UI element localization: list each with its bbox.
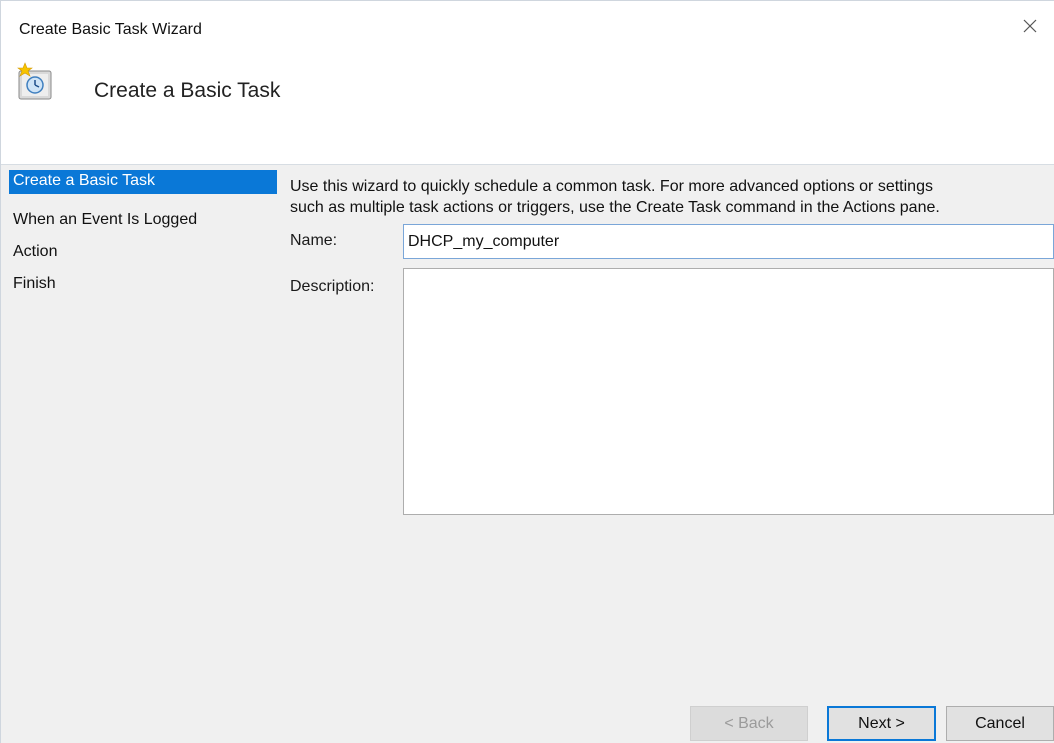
intro-line-1: Use this wizard to quickly schedule a co… [290,178,933,195]
wizard-window: Create Basic Task Wizard Create a Basic … [0,0,1054,743]
close-button[interactable] [1012,11,1048,41]
description-input[interactable] [403,268,1054,515]
title-bar: Create Basic Task Wizard [1,1,1054,53]
step-create-basic-task[interactable]: Create a Basic Task [9,170,277,194]
next-button[interactable]: Next > [827,706,936,741]
intro-line-2: such as multiple task actions or trigger… [290,199,940,216]
cancel-button[interactable]: Cancel [946,706,1054,741]
step-finish[interactable]: Finish [9,268,277,300]
name-input[interactable] [403,224,1054,259]
description-label: Description: [290,278,375,295]
main-content: Use this wizard to quickly schedule a co… [280,165,1054,743]
task-scheduler-icon [17,62,52,100]
wizard-header: Create a Basic Task [1,53,1054,133]
close-icon [1023,19,1037,33]
step-when-event-logged[interactable]: When an Event Is Logged [9,204,277,236]
page-title: Create a Basic Task [94,79,281,102]
step-action[interactable]: Action [9,236,277,268]
back-button[interactable]: < Back [690,706,808,741]
steps-panel: Create a Basic Task When an Event Is Log… [1,165,280,743]
name-label: Name: [290,232,338,249]
window-title: Create Basic Task Wizard [19,21,202,38]
intro-text: Use this wizard to quickly schedule a co… [290,176,1050,218]
steps-list: Create a Basic Task When an Event Is Log… [9,170,277,300]
